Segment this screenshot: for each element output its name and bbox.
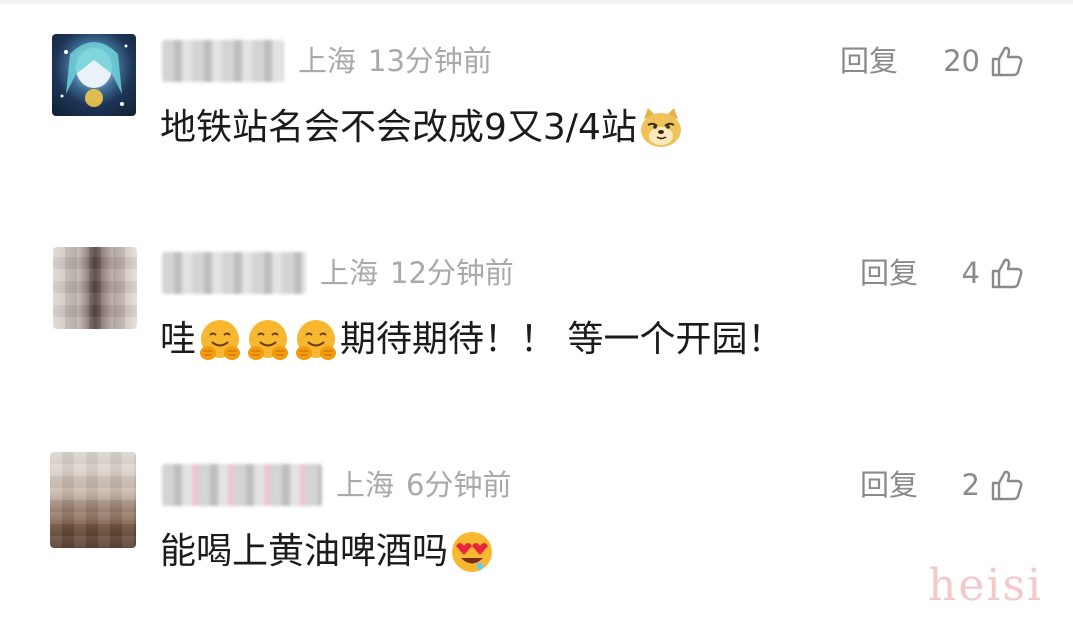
- location-text: 上海: [298, 44, 357, 78]
- comment-body: 地铁站名会不会改成9又3/4站: [160, 100, 685, 156]
- time-text: 12分钟前: [390, 256, 514, 290]
- heart-eyes-emoji-icon: [452, 532, 493, 572]
- watermark-text: heisi: [928, 560, 1044, 611]
- thumbs-up-icon[interactable]: [990, 256, 1024, 290]
- thumbs-up-icon[interactable]: [990, 468, 1024, 502]
- comment-meta: 上海 13分钟前: [298, 40, 504, 82]
- reply-button[interactable]: 回复: [860, 464, 918, 506]
- doge-emoji-icon: [640, 108, 681, 147]
- thumbs-up-icon[interactable]: [990, 44, 1024, 78]
- reply-button[interactable]: 回复: [860, 252, 918, 294]
- hugging-face-emoji-icon: [248, 320, 289, 360]
- comment-meta: 上海 12分钟前: [320, 252, 526, 294]
- comment-body: 哇 期待期待！！ 等一个开园！: [160, 312, 783, 368]
- comment-text-start: 哇: [160, 319, 197, 360]
- location-text: 上海: [320, 256, 379, 290]
- like-count: 4: [961, 256, 980, 290]
- username-blurred[interactable]: [162, 464, 322, 506]
- avatar[interactable]: [50, 452, 136, 548]
- comment-meta: 上海 6分钟前: [336, 464, 523, 506]
- comment-text-end: 期待期待！！ 等一个开园！: [340, 319, 784, 360]
- avatar[interactable]: [53, 247, 137, 329]
- username-blurred[interactable]: [162, 252, 306, 294]
- hugging-face-emoji-icon: [296, 320, 337, 360]
- time-text: 13分钟前: [368, 44, 492, 78]
- time-text: 6分钟前: [406, 468, 512, 502]
- comment-item: 上海 6分钟前 回复 2 能喝上黄油啤酒吗: [0, 424, 1073, 624]
- comment-text: 能喝上黄油啤酒吗: [160, 531, 449, 572]
- reply-button[interactable]: 回复: [840, 40, 898, 82]
- avatar[interactable]: [52, 34, 136, 116]
- comment-body: 能喝上黄油啤酒吗: [160, 524, 496, 580]
- like-count: 2: [961, 468, 980, 502]
- comment-item: 上海 13分钟前 回复 20 地铁站名会不会改成9又3/4站: [0, 0, 1073, 200]
- comment-text: 地铁站名会不会改成9又3/4站: [160, 107, 637, 148]
- username-blurred[interactable]: [162, 40, 284, 82]
- like-count: 20: [943, 44, 980, 78]
- location-text: 上海: [336, 468, 395, 502]
- hugging-face-emoji-icon: [200, 320, 241, 360]
- comment-item: 上海 12分钟前 回复 4 哇 期待期待！！ 等一个开园！: [0, 212, 1073, 412]
